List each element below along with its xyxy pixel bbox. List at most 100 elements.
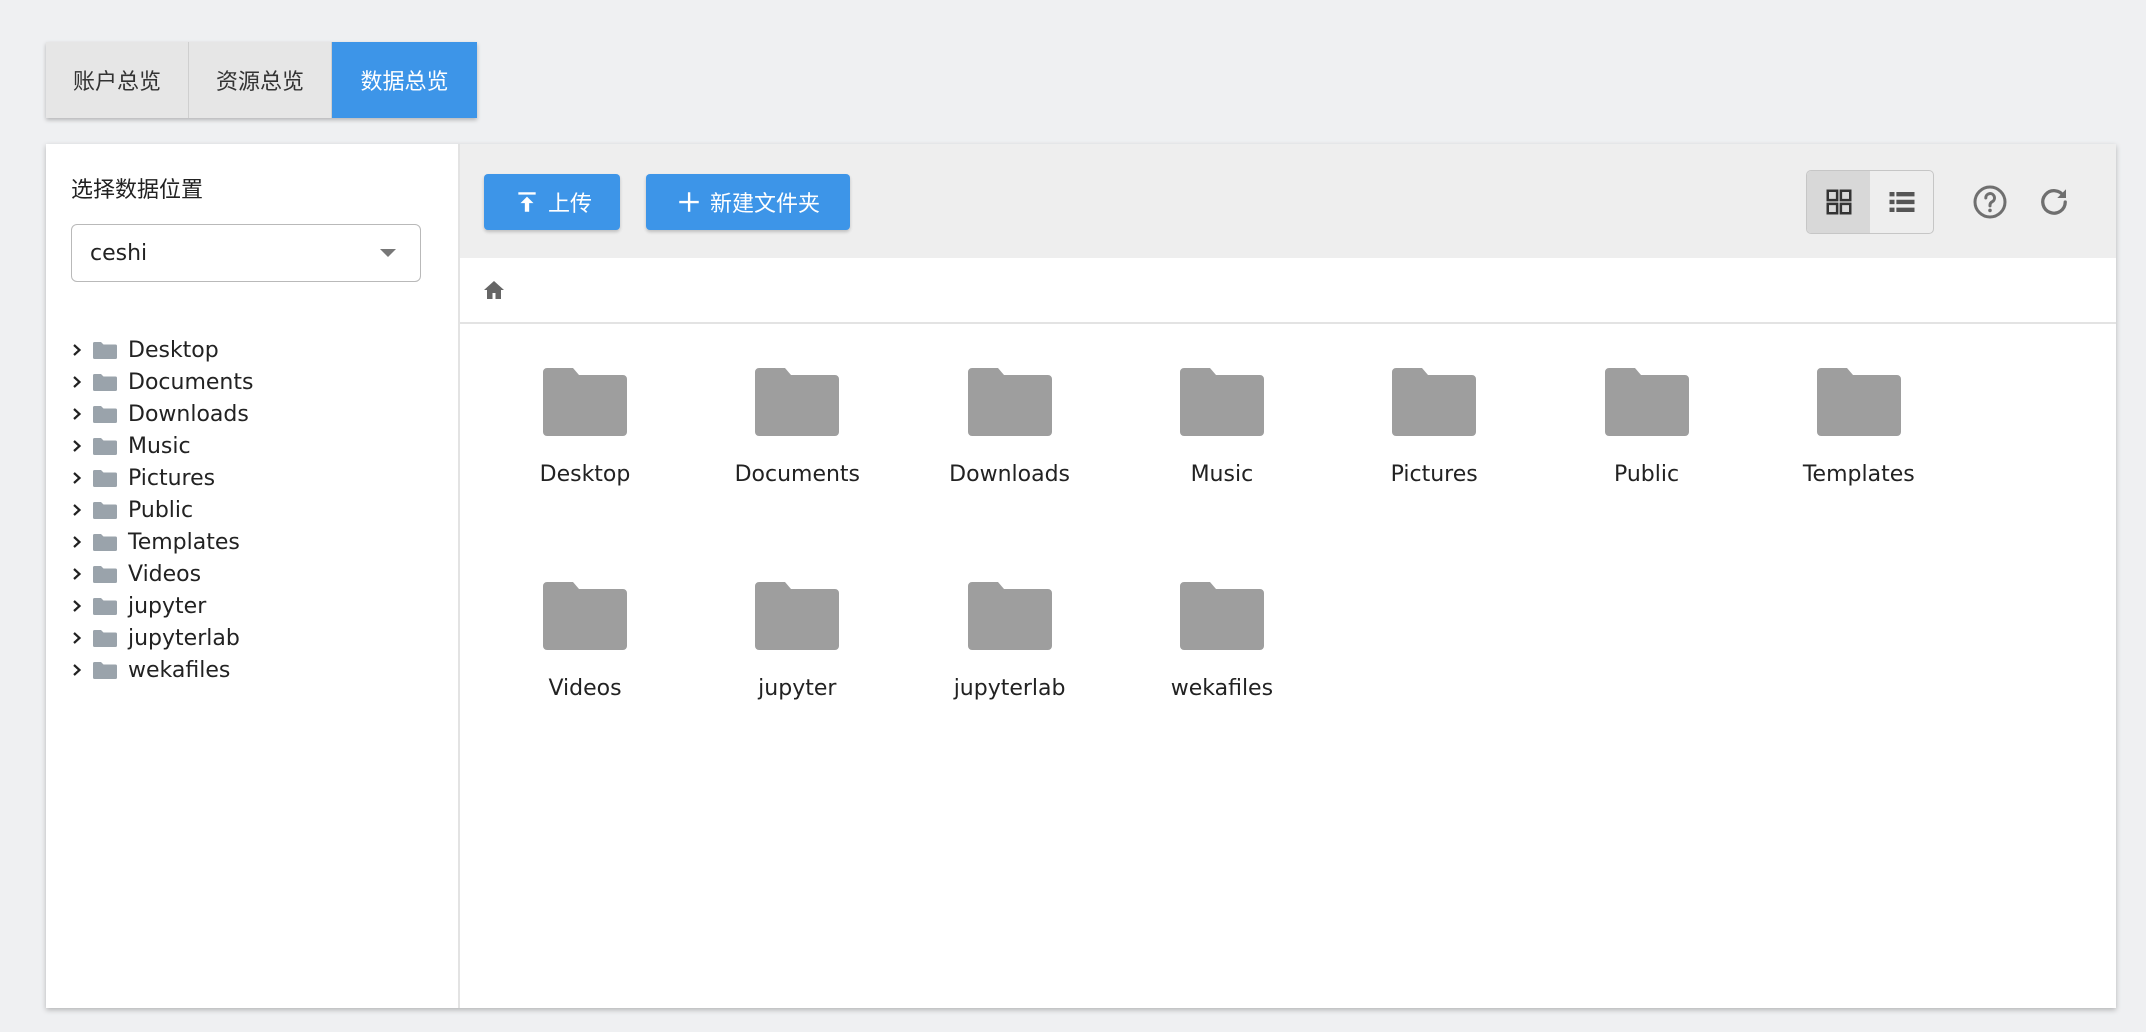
folder-item[interactable]: jupyterlab <box>915 580 1105 740</box>
tab-account-overview[interactable]: 账户总览 <box>46 42 189 118</box>
folder-item[interactable]: Templates <box>1764 366 1954 526</box>
grid-view-button[interactable] <box>1807 171 1870 233</box>
home-icon[interactable] <box>482 278 506 302</box>
toolbar: 上传 新建文件夹 <box>460 144 2116 258</box>
folder-label: Pictures <box>1390 462 1478 487</box>
folder-icon <box>967 368 1052 436</box>
tree-item-label: jupyter <box>128 593 207 619</box>
grid-view-icon <box>1826 189 1851 215</box>
plus-icon <box>679 192 699 212</box>
folder-label: Music <box>1190 462 1254 487</box>
chevron-right-icon[interactable] <box>62 631 92 645</box>
tree-item[interactable]: Documents <box>62 366 253 398</box>
tree-item[interactable]: Pictures <box>62 462 253 494</box>
tab-data-overview[interactable]: 数据总览 <box>332 42 477 118</box>
sidebar-title: 选择数据位置 <box>71 178 204 203</box>
new-folder-button[interactable]: 新建文件夹 <box>646 174 850 230</box>
tree-item[interactable]: wekafiles <box>62 654 253 686</box>
folder-icon <box>92 500 128 520</box>
folder-tree: Desktop Documents Downloads Music Pictures Pu… <box>62 334 253 686</box>
chevron-right-icon[interactable] <box>62 439 92 453</box>
folder-icon <box>967 582 1052 650</box>
chevron-right-icon[interactable] <box>62 663 92 677</box>
tree-item[interactable]: Downloads <box>62 398 253 430</box>
folder-icon <box>92 596 128 616</box>
chevron-right-icon[interactable] <box>62 375 92 389</box>
chevron-right-icon[interactable] <box>62 599 92 613</box>
folder-icon <box>92 468 128 488</box>
folder-label: jupyter <box>758 676 837 701</box>
folder-item[interactable]: Videos <box>490 580 680 740</box>
folder-label: Desktop <box>539 462 631 487</box>
select-value: ceshi <box>90 240 148 266</box>
tree-item-label: Documents <box>128 369 254 395</box>
folder-item[interactable]: wekafiles <box>1127 580 1317 740</box>
folder-icon <box>1179 582 1264 650</box>
folder-icon <box>543 582 627 650</box>
folder-icon <box>92 532 128 552</box>
folder-label: Public <box>1613 462 1680 487</box>
folder-label: Downloads <box>949 462 1070 487</box>
tree-item[interactable]: Music <box>62 430 253 462</box>
tree-item-label: jupyterlab <box>128 625 240 651</box>
main-panel: 选择数据位置 ceshi Desktop Documents Downloads Mu… <box>46 144 2116 1008</box>
refresh-icon <box>2041 189 2067 215</box>
tree-item[interactable]: Public <box>62 494 253 526</box>
folder-icon <box>1816 368 1901 436</box>
tree-item[interactable]: Videos <box>62 558 253 590</box>
folder-icon <box>755 582 840 650</box>
folder-icon <box>92 340 128 360</box>
tree-item-label: wekafiles <box>128 657 231 683</box>
chevron-right-icon[interactable] <box>62 567 92 581</box>
upload-label: 上传 <box>548 192 593 217</box>
upload-icon <box>518 192 536 212</box>
tree-item-label: Pictures <box>128 465 216 491</box>
chevron-right-icon[interactable] <box>62 503 92 517</box>
tree-item[interactable]: jupyter <box>62 590 253 622</box>
data-location-select[interactable]: ceshi <box>71 224 421 282</box>
upload-button[interactable]: 上传 <box>484 174 620 230</box>
tab-resource-overview[interactable]: 资源总览 <box>189 42 332 118</box>
tree-item-label: Downloads <box>128 401 249 427</box>
folder-item[interactable]: Music <box>1127 366 1317 526</box>
folder-item[interactable]: Documents <box>702 366 892 526</box>
list-view-button[interactable] <box>1870 171 1933 233</box>
folder-icon <box>92 564 128 584</box>
folder-item[interactable]: Desktop <box>490 366 680 526</box>
tree-item-label: Music <box>128 433 191 459</box>
chevron-right-icon[interactable] <box>62 407 92 421</box>
tree-item[interactable]: Templates <box>62 526 253 558</box>
folder-item[interactable]: Pictures <box>1339 366 1529 526</box>
folder-label: Templates <box>1802 462 1915 487</box>
tree-item-label: Videos <box>128 561 202 587</box>
help-icon <box>1973 185 2007 219</box>
folder-icon <box>92 372 128 392</box>
top-tabs: 账户总览 资源总览 数据总览 <box>46 42 477 118</box>
folder-icon <box>1604 368 1689 436</box>
list-view-icon <box>1889 192 1914 212</box>
chevron-right-icon[interactable] <box>62 471 92 485</box>
help-button[interactable] <box>1970 182 2010 222</box>
tree-item[interactable]: jupyterlab <box>62 622 253 654</box>
folder-item[interactable]: Public <box>1552 366 1742 526</box>
tree-item[interactable]: Desktop <box>62 334 253 366</box>
breadcrumb <box>460 258 2116 324</box>
folder-icon <box>92 660 128 680</box>
folder-icon <box>543 368 627 436</box>
new-folder-label: 新建文件夹 <box>710 192 821 217</box>
refresh-button[interactable] <box>2034 182 2074 222</box>
view-toggle <box>1806 170 1934 234</box>
content-area: 上传 新建文件夹 Desktop Documents Downloads Mus… <box>460 144 2116 1008</box>
chevron-right-icon[interactable] <box>62 343 92 357</box>
folder-icon <box>755 368 840 436</box>
tree-item-label: Templates <box>128 529 240 555</box>
tree-item-label: Public <box>128 497 194 523</box>
chevron-right-icon[interactable] <box>62 535 92 549</box>
folder-item[interactable]: jupyter <box>702 580 892 740</box>
sidebar: 选择数据位置 ceshi Desktop Documents Downloads Mu… <box>46 144 460 1008</box>
caret-down-icon <box>380 249 396 257</box>
folder-label: Videos <box>548 676 622 701</box>
folder-icon <box>1179 368 1264 436</box>
folder-item[interactable]: Downloads <box>915 366 1105 526</box>
folder-icon <box>92 404 128 424</box>
